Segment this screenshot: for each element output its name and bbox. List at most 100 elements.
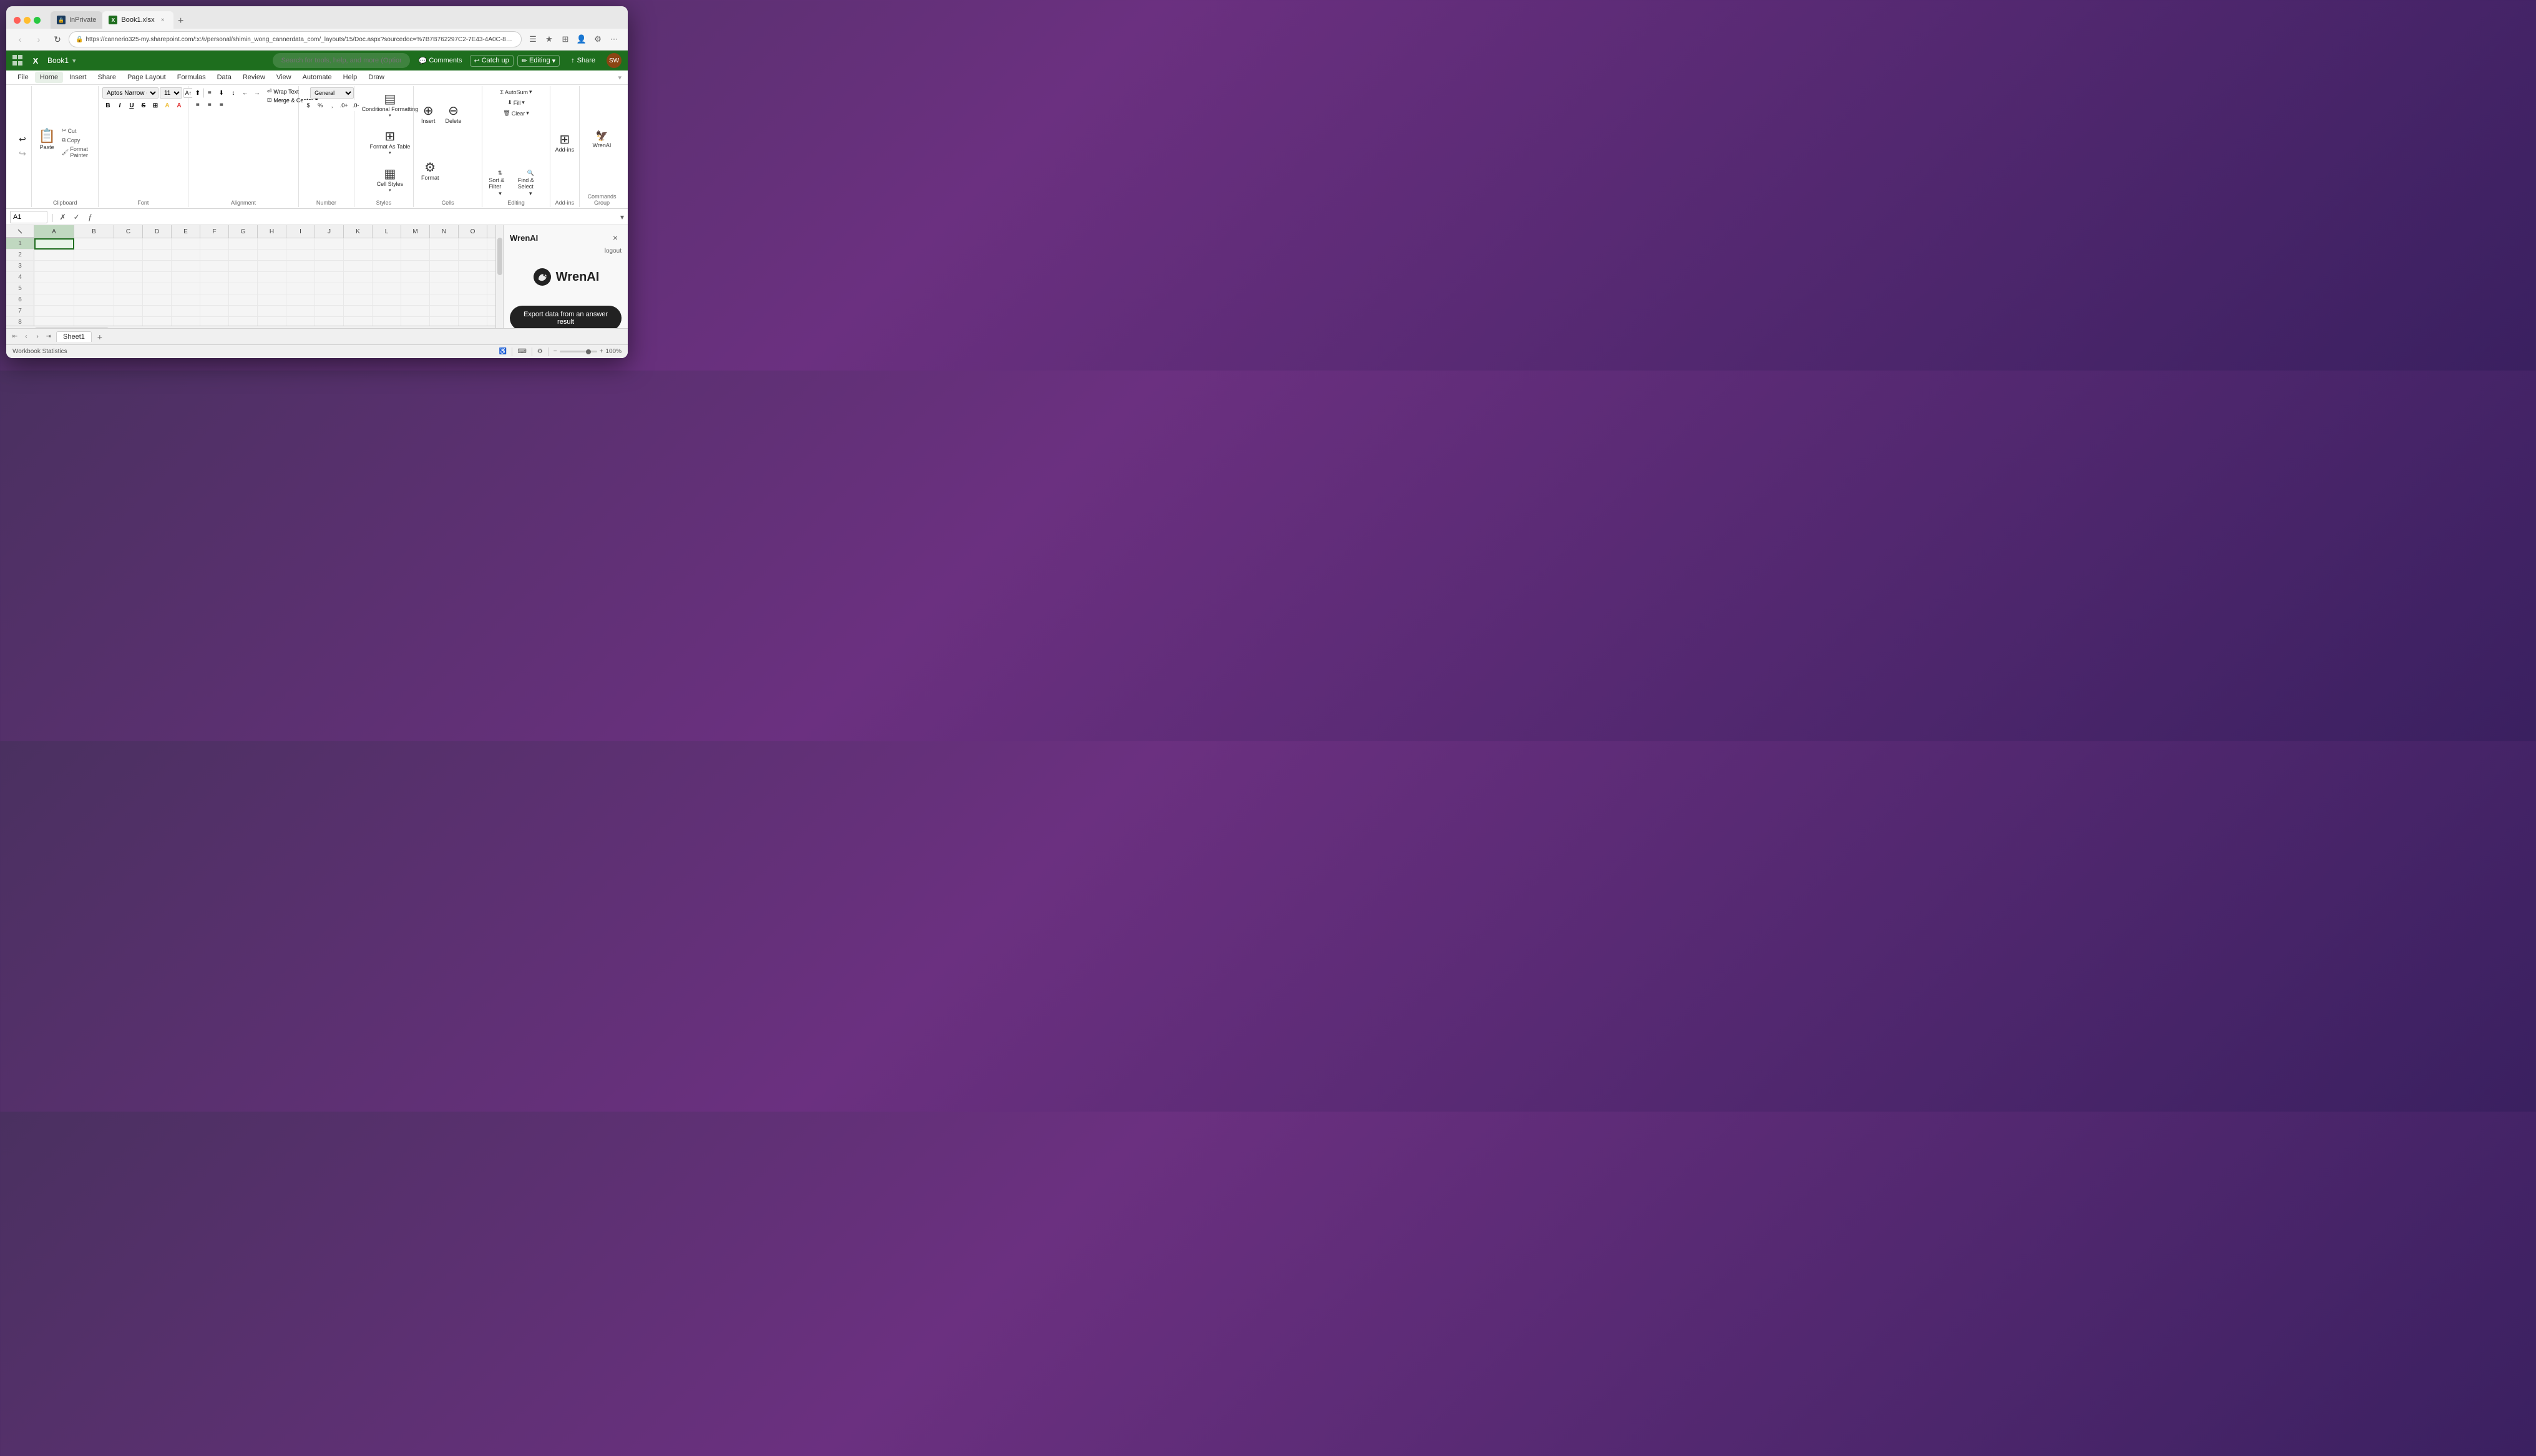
col-header-K[interactable]: K (344, 225, 373, 238)
cell-N7[interactable] (430, 306, 459, 317)
cell-M3[interactable] (401, 261, 430, 272)
row-number-5[interactable]: 5 (6, 283, 34, 294)
cell-O4[interactable] (459, 272, 487, 283)
cell-K6[interactable] (344, 294, 373, 306)
cell-K4[interactable] (344, 272, 373, 283)
cell-L6[interactable] (373, 294, 401, 306)
add-ins-button[interactable]: ⊞ Add-ins (554, 125, 575, 161)
cell-C3[interactable] (114, 261, 143, 272)
cell-F4[interactable] (200, 272, 229, 283)
font-color-button[interactable]: A (173, 100, 185, 111)
cell-N2[interactable] (430, 250, 459, 261)
align-right-button[interactable]: ≡ (216, 99, 227, 110)
minimize-button[interactable] (24, 17, 31, 24)
text-direction-button[interactable]: ↕ (228, 87, 239, 99)
col-header-B[interactable]: B (74, 225, 114, 238)
cell-N1[interactable] (430, 238, 459, 250)
sheet-nav-next[interactable]: › (32, 332, 42, 342)
cell-J1[interactable] (315, 238, 344, 250)
cell-H2[interactable] (258, 250, 286, 261)
cell-H8[interactable] (258, 317, 286, 326)
cell-C5[interactable] (114, 283, 143, 294)
sheet-nav-prev[interactable]: ‹ (21, 332, 31, 342)
cell-A1[interactable] (34, 238, 74, 250)
menu-review[interactable]: Review (238, 72, 270, 83)
row-number-4[interactable]: 4 (6, 272, 34, 283)
cell-C4[interactable] (114, 272, 143, 283)
cell-A7[interactable] (34, 306, 74, 317)
wrenai-logout-link[interactable]: logout (510, 248, 622, 255)
col-header-L[interactable]: L (373, 225, 401, 238)
cell-J2[interactable] (315, 250, 344, 261)
extensions-icon[interactable]: ⚙ (590, 32, 605, 47)
cell-B4[interactable] (74, 272, 114, 283)
cell-B2[interactable] (74, 250, 114, 261)
cell-B1[interactable] (74, 238, 114, 250)
address-bar[interactable]: 🔒 https://cannerio325-my.sharepoint.com/… (69, 31, 522, 47)
undo-button[interactable]: ↩ (14, 133, 31, 146)
cell-P2[interactable] (487, 250, 495, 261)
menu-help[interactable]: Help (338, 72, 363, 83)
menu-formulas[interactable]: Formulas (172, 72, 211, 83)
formula-input[interactable] (100, 213, 617, 221)
cell-O2[interactable] (459, 250, 487, 261)
confirm-formula-icon[interactable]: ✓ (71, 211, 82, 223)
cell-I8[interactable] (286, 317, 315, 326)
cell-N4[interactable] (430, 272, 459, 283)
cell-I5[interactable] (286, 283, 315, 294)
cell-E5[interactable] (172, 283, 200, 294)
v-scrollbar-thumb[interactable] (497, 238, 502, 275)
export-answer-result-button[interactable]: Export data from an answer result (510, 306, 622, 328)
cell-M2[interactable] (401, 250, 430, 261)
reading-view-icon[interactable]: ☰ (525, 32, 540, 47)
cell-G7[interactable] (229, 306, 258, 317)
cell-P5[interactable] (487, 283, 495, 294)
sort-filter-button[interactable]: ⇅ Sort & Filter ▾ (486, 168, 514, 198)
cell-K8[interactable] (344, 317, 373, 326)
cell-G5[interactable] (229, 283, 258, 294)
wrenai-panel-close[interactable]: × (609, 231, 622, 244)
cell-J4[interactable] (315, 272, 344, 283)
cell-I1[interactable] (286, 238, 315, 250)
col-header-O[interactable]: O (459, 225, 487, 238)
font-name-select[interactable]: Aptos Narrow (Bo... (102, 87, 158, 99)
cell-M6[interactable] (401, 294, 430, 306)
cell-G4[interactable] (229, 272, 258, 283)
cell-I2[interactable] (286, 250, 315, 261)
col-header-I[interactable]: I (286, 225, 315, 238)
cell-F5[interactable] (200, 283, 229, 294)
cell-B5[interactable] (74, 283, 114, 294)
favorites-icon[interactable]: ★ (542, 32, 557, 47)
cell-I7[interactable] (286, 306, 315, 317)
menu-home[interactable]: Home (35, 72, 63, 83)
cell-H4[interactable] (258, 272, 286, 283)
row-number-1[interactable]: 1 (6, 238, 34, 249)
increase-decimal-btn[interactable]: .0+ (338, 100, 349, 111)
more-icon[interactable]: ⋯ (607, 32, 622, 47)
format-painter-button[interactable]: 🖌Format Painter (61, 145, 94, 159)
cell-F1[interactable] (200, 238, 229, 250)
cell-F7[interactable] (200, 306, 229, 317)
fullscreen-button[interactable] (34, 17, 41, 24)
cell-K7[interactable] (344, 306, 373, 317)
cell-N3[interactable] (430, 261, 459, 272)
indent-decrease-button[interactable]: ← (240, 87, 251, 99)
comments-btn[interactable]: 💬 Comments (415, 56, 466, 66)
align-middle-button[interactable]: ≡ (204, 87, 215, 99)
align-left-button[interactable]: ≡ (192, 99, 203, 110)
cell-B7[interactable] (74, 306, 114, 317)
refresh-button[interactable]: ↻ (50, 32, 65, 47)
row-number-3[interactable]: 3 (6, 261, 34, 271)
cell-K5[interactable] (344, 283, 373, 294)
cell-E6[interactable] (172, 294, 200, 306)
percent-btn[interactable]: % (315, 100, 326, 111)
cell-J5[interactable] (315, 283, 344, 294)
cell-M4[interactable] (401, 272, 430, 283)
col-header-A[interactable]: A (34, 225, 74, 238)
col-header-H[interactable]: H (258, 225, 286, 238)
number-format-select[interactable]: General (310, 87, 354, 99)
cell-B8[interactable] (74, 317, 114, 326)
cell-E8[interactable] (172, 317, 200, 326)
cell-E1[interactable] (172, 238, 200, 250)
cell-F8[interactable] (200, 317, 229, 326)
